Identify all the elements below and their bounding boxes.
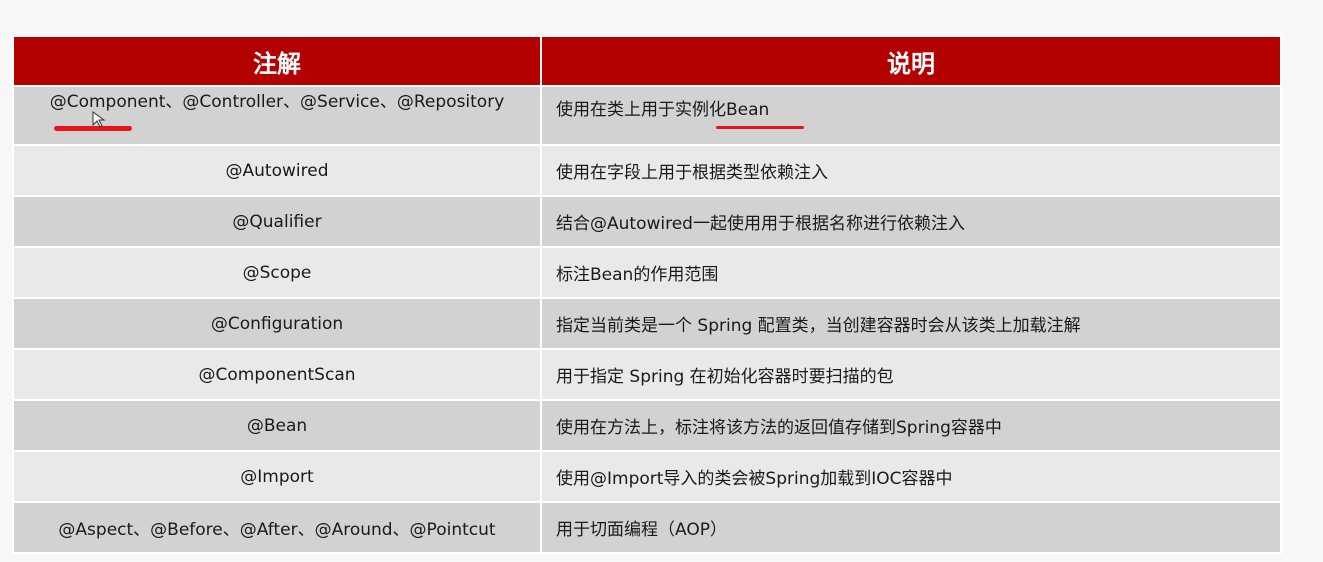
slide: 注解 说明 @Component、@Controller、@Service、@R… [0, 0, 1323, 562]
annotation-table: 注解 说明 @Component、@Controller、@Service、@R… [12, 35, 1282, 554]
pen-cursor-icon [92, 111, 106, 128]
description-cell: 使用在字段上用于根据类型依赖注入 [540, 144, 1282, 197]
table-header-row: 注解 说明 [12, 35, 1282, 87]
annotation-cell: @ComponentScan [12, 348, 542, 401]
header-description: 说明 [540, 35, 1282, 87]
table-row: @Qualifier 结合@Autowired一起使用用于根据名称进行依赖注入 [12, 195, 1282, 248]
description-cell: 使用在方法上，标注将该方法的返回值存储到Spring容器中 [540, 399, 1282, 452]
description-cell: 结合@Autowired一起使用用于根据名称进行依赖注入 [540, 195, 1282, 248]
description-cell: 用于指定 Spring 在初始化容器时要扫描的包 [540, 348, 1282, 401]
annotation-cell: @Autowired [12, 144, 542, 197]
annotation-cell: @Import [12, 450, 542, 503]
description-cell: 标注Bean的作用范围 [540, 246, 1282, 299]
table-row: @ComponentScan 用于指定 Spring 在初始化容器时要扫描的包 [12, 348, 1282, 401]
annotation-cell: @Configuration [12, 297, 542, 350]
table-row: @Import 使用@Import导入的类会被Spring加载到IOC容器中 [12, 450, 1282, 503]
header-annotation: 注解 [12, 35, 542, 87]
table-row: @Component、@Controller、@Service、@Reposit… [12, 85, 1282, 146]
table-row: @Autowired 使用在字段上用于根据类型依赖注入 [12, 144, 1282, 197]
description-cell: 使用@Import导入的类会被Spring加载到IOC容器中 [540, 450, 1282, 503]
description-cell: 指定当前类是一个 Spring 配置类，当创建容器时会从该类上加载注解 [540, 297, 1282, 350]
description-cell: 使用在类上用于实例化Bean [540, 85, 1282, 146]
table-row: @Aspect、@Before、@After、@Around、@Pointcut… [12, 501, 1282, 554]
annotation-cell: @Qualifier [12, 195, 542, 248]
annotation-cell: @Bean [12, 399, 542, 452]
table-row: @Configuration 指定当前类是一个 Spring 配置类，当创建容器… [12, 297, 1282, 350]
table-row: @Scope 标注Bean的作用范围 [12, 246, 1282, 299]
highlight-underline-instantiate [716, 126, 804, 129]
description-cell: 用于切面编程（AOP） [540, 501, 1282, 554]
annotation-cell: @Aspect、@Before、@After、@Around、@Pointcut [12, 501, 542, 554]
table-row: @Bean 使用在方法上，标注将该方法的返回值存储到Spring容器中 [12, 399, 1282, 452]
annotation-cell: @Scope [12, 246, 542, 299]
